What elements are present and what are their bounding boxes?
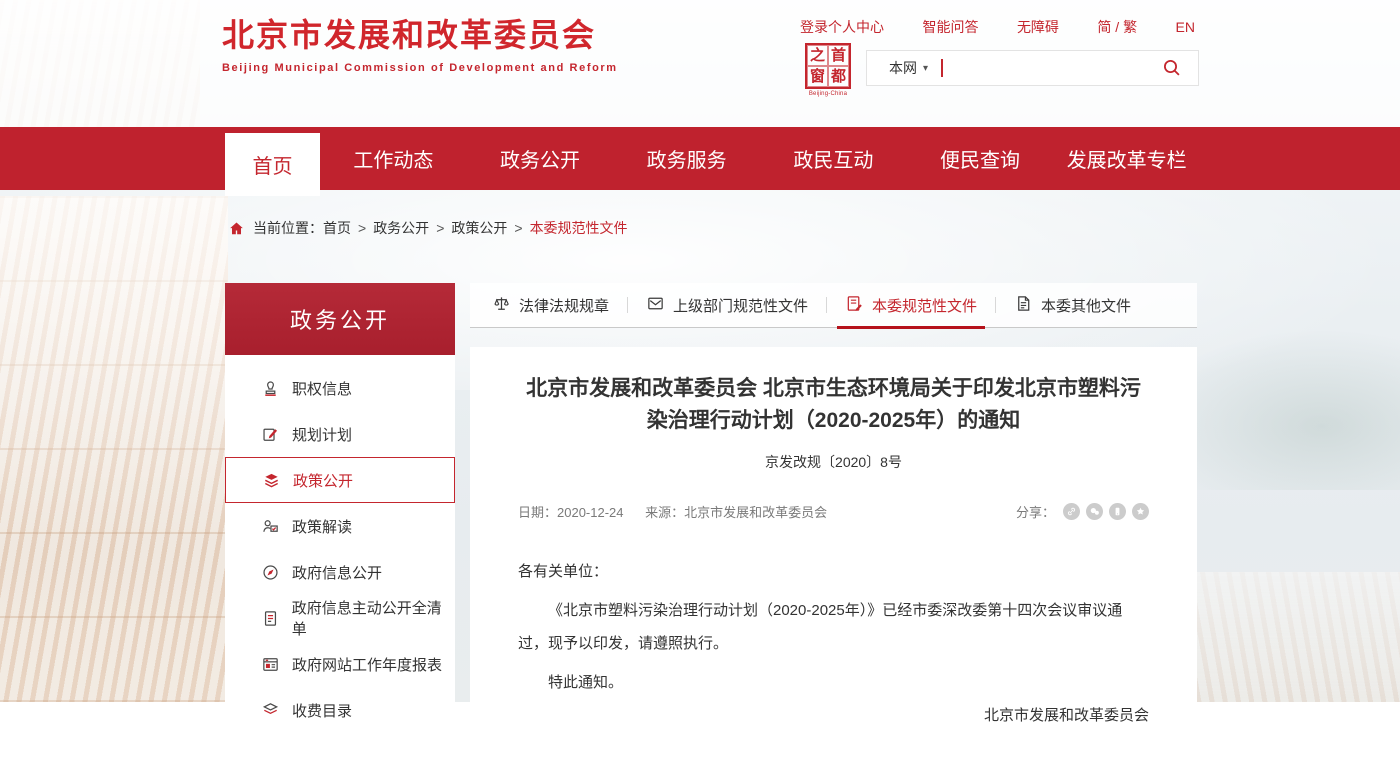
capital-window-seal-icon: 之首窗都 <box>805 43 851 89</box>
star-share-icon[interactable] <box>1132 503 1149 520</box>
sidebar-item-gov-info-disclosure[interactable]: 政府信息公开 <box>225 549 455 595</box>
breadcrumb-prefix: 当前位置： <box>253 218 323 238</box>
search-bar: 本网 ▾ <box>866 50 1199 86</box>
nav-item-gov-services[interactable]: 政务服务 <box>613 127 760 190</box>
search-scope-label: 本网 <box>889 58 917 78</box>
article-doc-number: 京发改规〔2020〕8号 <box>518 452 1149 472</box>
tab-commission-other-docs[interactable]: 本委其他文件 <box>1010 283 1135 327</box>
sidebar-item-website-annual-report[interactable]: 政府网站工作年度报表 <box>225 641 455 687</box>
share-bar: 分享： <box>1016 502 1149 521</box>
layers-icon <box>262 470 282 490</box>
tab-laws-regulations[interactable]: 法律法规规章 <box>488 283 613 327</box>
login-personal-center-link[interactable]: 登录个人中心 <box>800 17 884 37</box>
search-scope-select[interactable]: 本网 ▾ <box>889 58 928 78</box>
sidebar-item-proactive-disclosure-list[interactable]: 政府信息主动公开全清单 <box>225 595 455 641</box>
stamp-icon <box>261 378 281 398</box>
compass-icon <box>261 562 281 582</box>
wechat-share-icon[interactable] <box>1086 503 1103 520</box>
tab-divider <box>826 297 827 313</box>
share-label: 分享： <box>1016 502 1055 521</box>
site-title: 北京市发展和改革委员会 <box>222 16 618 54</box>
plan-pencil-icon <box>261 424 281 444</box>
article-card: 北京市发展和改革委员会 北京市生态环境局关于印发北京市塑料污染治理行动计划（20… <box>470 347 1197 707</box>
article-signature: 北京市发展和改革委员会 <box>518 699 1149 732</box>
search-input[interactable] <box>943 51 1162 85</box>
article-body: 各有关单位： 《北京市塑料污染治理行动计划（2020-2025年）》已经市委深改… <box>518 555 1149 732</box>
article-meta-left: 日期：2020-12-24 来源：北京市发展和改革委员会 <box>518 502 827 521</box>
sidebar: 政务公开 职权信息 规划计划 政策公开 政策解读 <box>225 283 455 765</box>
tab-divider <box>627 297 628 313</box>
seal-caption: Beijing-China <box>803 91 853 97</box>
doc-pen-icon <box>845 294 864 317</box>
report-table-icon <box>261 654 281 674</box>
document-list-icon <box>261 608 281 628</box>
breadcrumb-home[interactable]: 首页 <box>323 218 351 238</box>
article-paragraph: 特此通知。 <box>518 666 1149 699</box>
background-rooftop-bottom-right <box>1170 572 1400 702</box>
article-title: 北京市发展和改革委员会 北京市生态环境局关于印发北京市塑料污染治理行动计划（20… <box>518 373 1149 437</box>
article-date: 2020-12-24 <box>557 505 624 520</box>
content-tabs: 法律法规规章 上级部门规范性文件 本委规范性文件 本委其他文件 <box>470 283 1197 328</box>
mobile-share-icon[interactable] <box>1109 503 1126 520</box>
tab-commission-normative-docs[interactable]: 本委规范性文件 <box>841 283 981 327</box>
date-label: 日期： <box>518 505 557 520</box>
article-paragraph: 各有关单位： <box>518 555 1149 588</box>
envelope-icon <box>646 294 665 317</box>
sidebar-item-plans[interactable]: 规划计划 <box>225 411 455 457</box>
site-header: 北京市发展和改革委员会 Beijing Municipal Commission… <box>0 0 1400 127</box>
english-link[interactable]: EN <box>1176 19 1195 35</box>
sidebar-menu: 职权信息 规划计划 政策公开 政策解读 政府信息公开 <box>225 355 455 765</box>
breadcrumb-gov-disclosure[interactable]: 政务公开 <box>373 218 429 238</box>
nav-item-home[interactable]: 首页 <box>225 133 320 196</box>
sidebar-item-fee-catalog[interactable]: 收费目录 <box>225 687 455 733</box>
sidebar-title: 政务公开 <box>225 283 455 355</box>
search-icon[interactable] <box>1162 58 1182 78</box>
sidebar-item-policy-interpretation[interactable]: 政策解读 <box>225 503 455 549</box>
utility-links: 登录个人中心 智能问答 无障碍 简 / 繁 EN <box>800 17 1195 37</box>
breadcrumb-policy-disclosure[interactable]: 政策公开 <box>451 218 507 238</box>
home-icon <box>228 220 245 237</box>
background-rooftop-left <box>0 196 228 702</box>
simplified-traditional-link[interactable]: 简 / 繁 <box>1097 17 1137 37</box>
nav-item-convenience-query[interactable]: 便民查询 <box>907 127 1054 190</box>
doc-other-icon <box>1014 294 1033 317</box>
catalog-icon <box>261 700 281 720</box>
site-subtitle-en: Beijing Municipal Commission of Developm… <box>222 62 618 74</box>
main-nav-items: 首页 工作动态 政务公开 政务服务 政民互动 便民查询 发展改革专栏 <box>225 127 1200 190</box>
site-logo[interactable]: 北京市发展和改革委员会 Beijing Municipal Commission… <box>222 16 618 74</box>
accessibility-link[interactable]: 无障碍 <box>1017 17 1059 37</box>
article-paragraph: 《北京市塑料污染治理行动计划（2020-2025年）》已经市委深改委第十四次会议… <box>518 594 1149 660</box>
sidebar-item-authority-info[interactable]: 职权信息 <box>225 365 455 411</box>
person-chat-icon <box>261 516 281 536</box>
article-meta: 日期：2020-12-24 来源：北京市发展和改革委员会 分享： <box>518 502 1149 521</box>
capital-window-seal[interactable]: 之首窗都 Beijing-China <box>803 43 853 97</box>
breadcrumb: 当前位置： 首页 > 政务公开 > 政策公开 > 本委规范性文件 <box>228 218 628 238</box>
nav-item-reform-special[interactable]: 发展改革专栏 <box>1053 127 1200 190</box>
source-label: 来源： <box>645 505 684 520</box>
link-share-icon[interactable] <box>1063 503 1080 520</box>
tab-superior-normative-docs[interactable]: 上级部门规范性文件 <box>642 283 812 327</box>
article-source: 北京市发展和改革委员会 <box>684 505 827 520</box>
smart-qa-link[interactable]: 智能问答 <box>922 17 978 37</box>
tab-divider <box>995 297 996 313</box>
nav-item-work-news[interactable]: 工作动态 <box>320 127 467 190</box>
breadcrumb-current: 本委规范性文件 <box>530 218 628 238</box>
nav-item-public-interaction[interactable]: 政民互动 <box>760 127 907 190</box>
sidebar-item-policy-disclosure[interactable]: 政策公开 <box>225 457 455 503</box>
main-nav: 首页 工作动态 政务公开 政务服务 政民互动 便民查询 发展改革专栏 <box>0 127 1400 190</box>
nav-item-gov-disclosure[interactable]: 政务公开 <box>467 127 614 190</box>
scales-icon <box>492 294 511 317</box>
chevron-down-icon: ▾ <box>923 63 928 74</box>
